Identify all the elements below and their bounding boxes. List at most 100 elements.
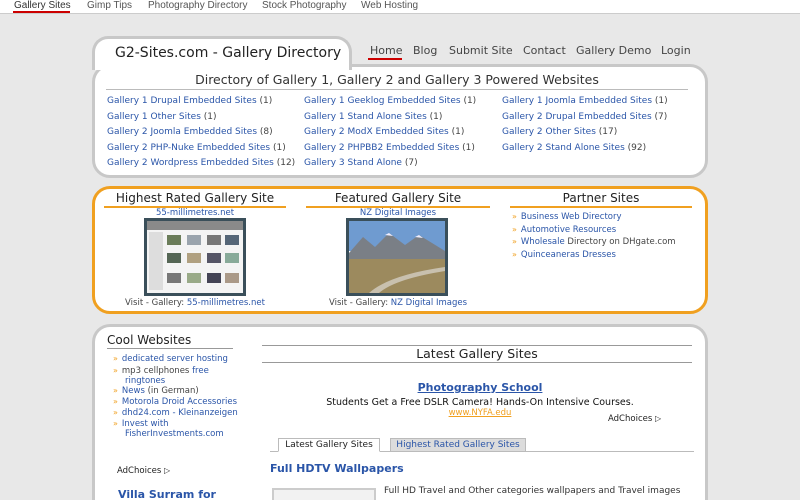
partner-site-link[interactable]: Quinceaneras Dresses	[521, 250, 616, 260]
directory-item: Gallery 2 ModX Embedded Sites (1)	[304, 127, 464, 137]
nav-home[interactable]: Home	[370, 44, 402, 57]
directory-item-count: (1)	[451, 127, 465, 138]
highest-rated-site-link[interactable]: 55-millimetres.net	[104, 208, 286, 218]
highest-rated-title: Highest Rated Gallery Site	[115, 191, 275, 205]
cool-website-text: (in German)	[144, 386, 199, 396]
double-chevron-icon: »	[113, 386, 118, 395]
directory-item-count: (7)	[654, 111, 668, 122]
cool-website-text: mp3 cellphones	[121, 366, 193, 376]
partner-site-link[interactable]: Wholesale	[521, 237, 565, 247]
directory-title: Directory of Gallery 1, Gallery 2 and Ga…	[106, 72, 688, 90]
cool-adchoices[interactable]: AdChoices ▷	[117, 466, 170, 476]
cool-website-link[interactable]: dedicated server hosting	[122, 354, 228, 364]
featured-site-thumbnail[interactable]	[346, 218, 448, 296]
partner-site-item: » Automotive Resources	[512, 225, 616, 235]
directory-item-link[interactable]: Gallery 2 ModX Embedded Sites	[304, 127, 449, 137]
directory-item-link[interactable]: Gallery 2 PHPBB2 Embedded Sites	[304, 143, 459, 153]
ad-adchoices[interactable]: AdChoices ▷	[608, 414, 661, 424]
featured-site-title: Featured Gallery Site	[334, 191, 462, 205]
partner-site-text: Directory on DHgate.com	[564, 237, 676, 248]
nav-gallery-demo[interactable]: Gallery Demo	[576, 44, 651, 57]
partner-site-item: » Wholesale Directory on DHgate.com	[512, 237, 676, 247]
directory-item-count: (12)	[276, 158, 296, 169]
directory-item-link[interactable]: Gallery 1 Stand Alone Sites	[304, 112, 427, 122]
directory-item: Gallery 2 Wordpress Embedded Sites (12)	[107, 158, 295, 168]
directory-item-link[interactable]: Gallery 1 Joomla Embedded Sites	[502, 96, 652, 106]
cool-website-link[interactable]: Motorola Droid Accessories	[122, 397, 237, 407]
directory-item-count: (1)	[654, 96, 668, 106]
directory-item-count: (1)	[203, 111, 217, 122]
double-chevron-icon: »	[113, 366, 118, 375]
nav-login[interactable]: Login	[661, 44, 691, 57]
entry-description: Full HD Travel and Other categories wall…	[384, 486, 681, 496]
cool-website-link[interactable]: Invest with	[122, 419, 169, 429]
adchoices-label: AdChoices	[117, 466, 162, 476]
cool-website-link[interactable]: FisherInvestments.com	[125, 429, 224, 439]
tab-highest-rated-gallery-sites[interactable]: Highest Rated Gallery Sites	[390, 438, 526, 452]
directory-item-link[interactable]: Gallery 3 Stand Alone	[304, 158, 402, 168]
active-tab-underline	[13, 11, 70, 13]
directory-item-link[interactable]: Gallery 2 Other Sites	[502, 127, 596, 137]
double-chevron-icon: »	[113, 408, 118, 417]
visit-prefix: Visit - Gallery:	[328, 298, 391, 308]
directory-item-count: (17)	[598, 127, 618, 138]
directory-item-link[interactable]: Gallery 2 Joomla Embedded Sites	[107, 127, 257, 137]
adchoices-label: AdChoices	[608, 414, 653, 424]
cool-website-item: » dedicated server hosting	[113, 354, 228, 364]
cool-website-link[interactable]: ringtones	[125, 376, 165, 386]
directory-item: Gallery 2 PHP-Nuke Embedded Sites (1)	[107, 143, 286, 153]
directory-item: Gallery 1 Joomla Embedded Sites (1)	[502, 96, 668, 106]
directory-item-link[interactable]: Gallery 2 Stand Alone Sites	[502, 143, 625, 153]
landscape-photo-image	[349, 221, 445, 293]
latest-gallery-sites-title: Latest Gallery Sites	[416, 346, 538, 361]
directory-item: Gallery 1 Geeklog Embedded Sites (1)	[304, 96, 476, 106]
double-chevron-icon: »	[512, 237, 517, 247]
directory-item-link[interactable]: Gallery 1 Geeklog Embedded Sites	[304, 96, 461, 106]
directory-item-link[interactable]: Gallery 2 PHP-Nuke Embedded Sites	[107, 143, 270, 153]
nav-blog[interactable]: Blog	[413, 44, 437, 57]
directory-item: Gallery 2 Drupal Embedded Sites (7)	[502, 112, 667, 122]
cool-websites-divider	[107, 348, 233, 349]
topnav-stock-photography[interactable]: Stock Photography	[262, 0, 347, 11]
highest-rated-visit: Visit - Gallery: 55-millimetres.net	[104, 298, 286, 308]
nav-contact[interactable]: Contact	[523, 44, 566, 57]
highest-rated-visit-link[interactable]: 55-millimetres.net	[187, 298, 265, 308]
partner-site-link[interactable]: Automotive Resources	[521, 225, 616, 235]
topnav-gimp-tips[interactable]: Gimp Tips	[87, 0, 132, 11]
cool-website-link[interactable]: News	[122, 386, 145, 396]
cool-website-link[interactable]: dhd24.com - Kleinanzeigen	[122, 408, 238, 418]
tab-latest-gallery-sites[interactable]: Latest Gallery Sites	[278, 438, 380, 452]
cool-website-item: » Motorola Droid Accessories	[113, 397, 237, 407]
directory-item: Gallery 2 Stand Alone Sites (92)	[502, 143, 646, 153]
directory-item-count: (7)	[404, 158, 418, 169]
featured-site-visit-link[interactable]: NZ Digital Images	[391, 298, 467, 308]
villa-ad-link[interactable]: Villa Surram for	[118, 488, 216, 500]
directory-item-link[interactable]: Gallery 1 Other Sites	[107, 112, 201, 122]
cool-websites-title: Cool Websites	[107, 333, 192, 347]
nav-submit-site[interactable]: Submit Site	[449, 44, 513, 57]
directory-item: Gallery 3 Stand Alone (7)	[304, 158, 418, 168]
featured-site-link[interactable]: NZ Digital Images	[306, 208, 490, 218]
entry-title-link[interactable]: Full HDTV Wallpapers	[270, 462, 404, 475]
site-title-tab: G2-Sites.com - Gallery Directory	[92, 36, 352, 70]
double-chevron-icon: »	[113, 397, 118, 406]
cool-website-link[interactable]: free	[192, 366, 209, 376]
ad-text: Students Get a Free DSLR Camera! Hands-O…	[326, 397, 634, 408]
entry-thumbnail[interactable]	[272, 488, 376, 500]
directory-item: Gallery 1 Other Sites (1)	[107, 112, 217, 122]
cool-website-item: » Invest with FisherInvestments.com	[113, 419, 224, 439]
top-navigation-bar: Gallery Sites Gimp Tips Photography Dire…	[0, 0, 800, 14]
directory-item-link[interactable]: Gallery 2 Drupal Embedded Sites	[502, 112, 652, 122]
partner-site-link[interactable]: Business Web Directory	[521, 212, 622, 222]
topnav-photography-directory[interactable]: Photography Directory	[148, 0, 248, 11]
topnav-web-hosting[interactable]: Web Hosting	[361, 0, 418, 11]
directory-item-link[interactable]: Gallery 2 Wordpress Embedded Sites	[107, 158, 274, 168]
directory-item: Gallery 2 Joomla Embedded Sites (8)	[107, 127, 273, 137]
highest-rated-thumbnail[interactable]	[144, 218, 246, 296]
directory-item-link[interactable]: Gallery 1 Drupal Embedded Sites	[107, 96, 257, 106]
cool-website-item: » mp3 cellphones free ringtones	[113, 366, 209, 386]
topnav-gallery-sites[interactable]: Gallery Sites	[14, 0, 71, 11]
directory-item: Gallery 1 Stand Alone Sites (1)	[304, 112, 442, 122]
ad-title-link[interactable]: Photography School	[262, 381, 698, 394]
double-chevron-icon: »	[113, 354, 118, 363]
